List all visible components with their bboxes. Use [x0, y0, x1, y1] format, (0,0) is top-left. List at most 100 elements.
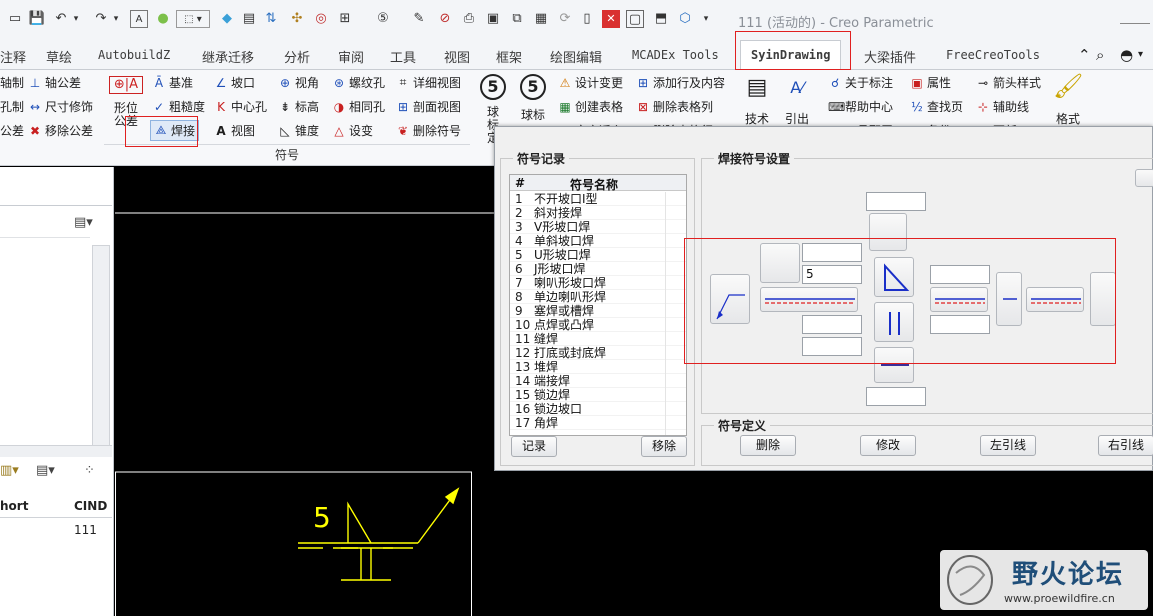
- print-icon[interactable]: ⎙: [460, 10, 478, 28]
- btn-geometric-tolerance[interactable]: ⊕|A 形位公差: [108, 76, 144, 128]
- btn-tech-requirements[interactable]: ▤ 技术: [742, 74, 772, 127]
- column-header-cind[interactable]: CIND: [74, 499, 107, 513]
- tab-drawing-edit[interactable]: 绘图编辑: [550, 47, 602, 66]
- customize-dropdown-icon[interactable]: ▾: [700, 10, 712, 28]
- minimize-icon[interactable]: [1120, 12, 1150, 24]
- collapse-ribbon-icon[interactable]: ⌃: [1078, 46, 1091, 64]
- sheet-icon[interactable]: ▤: [240, 10, 258, 28]
- record-row[interactable]: 10 点焊或凸焊: [510, 318, 686, 332]
- undo-dropdown-icon[interactable]: ▾: [70, 10, 82, 28]
- btn-delete-symbol[interactable]: ❦ 删除符号: [396, 122, 461, 139]
- tab-analysis[interactable]: 分析: [284, 47, 310, 66]
- new-icon[interactable]: ▭: [6, 10, 24, 28]
- tab-frame[interactable]: 框架: [496, 47, 522, 66]
- settings-list-icon[interactable]: ▤▾: [36, 463, 55, 478]
- btn-shaft-system[interactable]: 轴制: [0, 74, 24, 91]
- sheet2-icon[interactable]: ▯: [578, 10, 596, 28]
- forbid-icon[interactable]: ⊘: [436, 10, 454, 28]
- copy-icon[interactable]: ⧉: [508, 10, 526, 28]
- btn-hole-system[interactable]: 孔制: [0, 98, 24, 115]
- btn-arrow-style[interactable]: ⊸ 箭头样式: [976, 74, 1041, 91]
- record-button[interactable]: 记录: [511, 436, 557, 457]
- reference-line-button[interactable]: [760, 287, 858, 312]
- btn-dimension-modify[interactable]: ↔ 尺寸修饰: [28, 98, 93, 115]
- tab-syindrawing[interactable]: SyinDrawing: [740, 40, 842, 71]
- close-window-icon[interactable]: ✕: [602, 10, 620, 28]
- btn-detail-view[interactable]: ⌗ 详细视图: [396, 74, 461, 91]
- tab-sketch[interactable]: 草绘: [46, 47, 72, 66]
- right-line-button[interactable]: [930, 287, 988, 312]
- edit-icon[interactable]: ✎: [410, 10, 428, 28]
- window-icon[interactable]: ▢: [626, 10, 644, 28]
- bottom-symbol-button[interactable]: [874, 347, 914, 383]
- select-box-icon[interactable]: ⬚ ▾: [176, 10, 210, 28]
- record-row[interactable]: 11 缝焊: [510, 332, 686, 346]
- btn-add-row-content[interactable]: ⊞ 添加行及内容: [636, 74, 725, 91]
- tab-view[interactable]: 视图: [444, 47, 470, 66]
- search-icon[interactable]: ⌕: [1096, 46, 1104, 64]
- btn-section-view[interactable]: ⊞ 剖面视图: [396, 98, 461, 115]
- weld-size-field[interactable]: 5: [802, 265, 862, 284]
- record-row[interactable]: 14 端接焊: [510, 374, 686, 388]
- btn-create-table[interactable]: ▦ 创建表格: [558, 98, 623, 115]
- btn-view-symbol[interactable]: A 视图: [214, 122, 255, 139]
- target-icon[interactable]: ◎: [312, 10, 330, 28]
- tab-autobuildz[interactable]: AutobuildZ: [98, 48, 170, 62]
- btn-properties[interactable]: ▣ 属性: [910, 74, 951, 91]
- record-row[interactable]: 17 角焊: [510, 416, 686, 430]
- upper-left-field[interactable]: [802, 243, 862, 262]
- top-field[interactable]: [866, 192, 926, 211]
- view-icon[interactable]: ⬒: [652, 10, 670, 28]
- remove-button[interactable]: 移除: [641, 436, 687, 457]
- record-row[interactable]: 4 单斜坡口焊: [510, 234, 686, 248]
- middle-separator-button[interactable]: [996, 272, 1022, 326]
- rotate-icon[interactable]: ⟳: [556, 10, 574, 28]
- btn-shaft-tolerance[interactable]: ⊥ 轴公差: [28, 74, 81, 91]
- record-row[interactable]: 3 V形坡口焊: [510, 220, 686, 234]
- export-icon[interactable]: ▣: [484, 10, 502, 28]
- color-icon[interactable]: ●: [154, 10, 172, 28]
- left-leader-button[interactable]: 左引线: [980, 435, 1036, 456]
- btn-groove[interactable]: ∠ 坡口: [214, 74, 255, 91]
- relation-icon[interactable]: ⊞: [336, 10, 354, 28]
- bottom-field[interactable]: [866, 387, 926, 406]
- btn-elevation[interactable]: ⇟ 标高: [278, 98, 319, 115]
- record-row[interactable]: 1 不开坡口I型: [510, 192, 686, 206]
- btn-taper[interactable]: ◺ 锥度: [278, 122, 319, 139]
- far-right-line-button[interactable]: [1026, 287, 1084, 312]
- number-icon[interactable]: ⑤: [374, 10, 392, 28]
- delete-definition-button[interactable]: 删除: [740, 435, 796, 456]
- btn-about-annotation[interactable]: ☌ 关于标注: [828, 74, 893, 91]
- btn-same-hole[interactable]: ◑ 相同孔: [332, 98, 385, 115]
- btn-welding[interactable]: ⟁ 焊接: [150, 120, 200, 141]
- record-row[interactable]: 13 堆焊: [510, 360, 686, 374]
- right-leader-button[interactable]: 右引线: [1098, 435, 1153, 456]
- fillet-symbol-button[interactable]: [874, 257, 914, 297]
- leader-style-button[interactable]: [710, 274, 750, 324]
- tree-scrollbar[interactable]: [92, 245, 110, 453]
- table-icon[interactable]: ▦: [532, 10, 550, 28]
- upper-right-field[interactable]: [930, 265, 990, 284]
- btn-delete-table-column[interactable]: ⊠ 删除表格列: [636, 98, 713, 115]
- btn-format-painter[interactable]: 🖌 格式: [1050, 72, 1086, 127]
- redo-icon[interactable]: ↷: [92, 10, 110, 28]
- record-row[interactable]: 7 喇叭形坡口焊: [510, 276, 686, 290]
- btn-roughness[interactable]: ✓ 粗糙度: [152, 98, 205, 115]
- text-style-icon[interactable]: A: [130, 10, 148, 28]
- btn-remove-tolerance[interactable]: ✖ 移除公差: [28, 122, 93, 139]
- redo-dropdown-icon[interactable]: ▾: [110, 10, 122, 28]
- tab-freecreotools[interactable]: FreeCreoTools: [946, 48, 1040, 62]
- record-row[interactable]: 2 斜对接焊: [510, 206, 686, 220]
- undo-icon[interactable]: ↶: [52, 10, 70, 28]
- layer-icon[interactable]: ▥▾: [0, 463, 19, 478]
- tree-settings-icon[interactable]: ▤▾: [74, 215, 93, 230]
- btn-find-page[interactable]: ½ 查找页: [910, 98, 963, 115]
- tab-beam-plugin[interactable]: 大梁插件: [864, 47, 916, 66]
- 3d-box-icon[interactable]: ⬡: [676, 10, 694, 28]
- column-header-short[interactable]: hort: [0, 499, 28, 513]
- record-row[interactable]: 5 U形坡口焊: [510, 248, 686, 262]
- lower-left-field[interactable]: [802, 315, 862, 334]
- btn-balloon[interactable]: 5 球标: [518, 74, 548, 123]
- help-icon[interactable]: ◓: [1120, 46, 1133, 64]
- btn-datum[interactable]: Ā 基准: [152, 74, 193, 91]
